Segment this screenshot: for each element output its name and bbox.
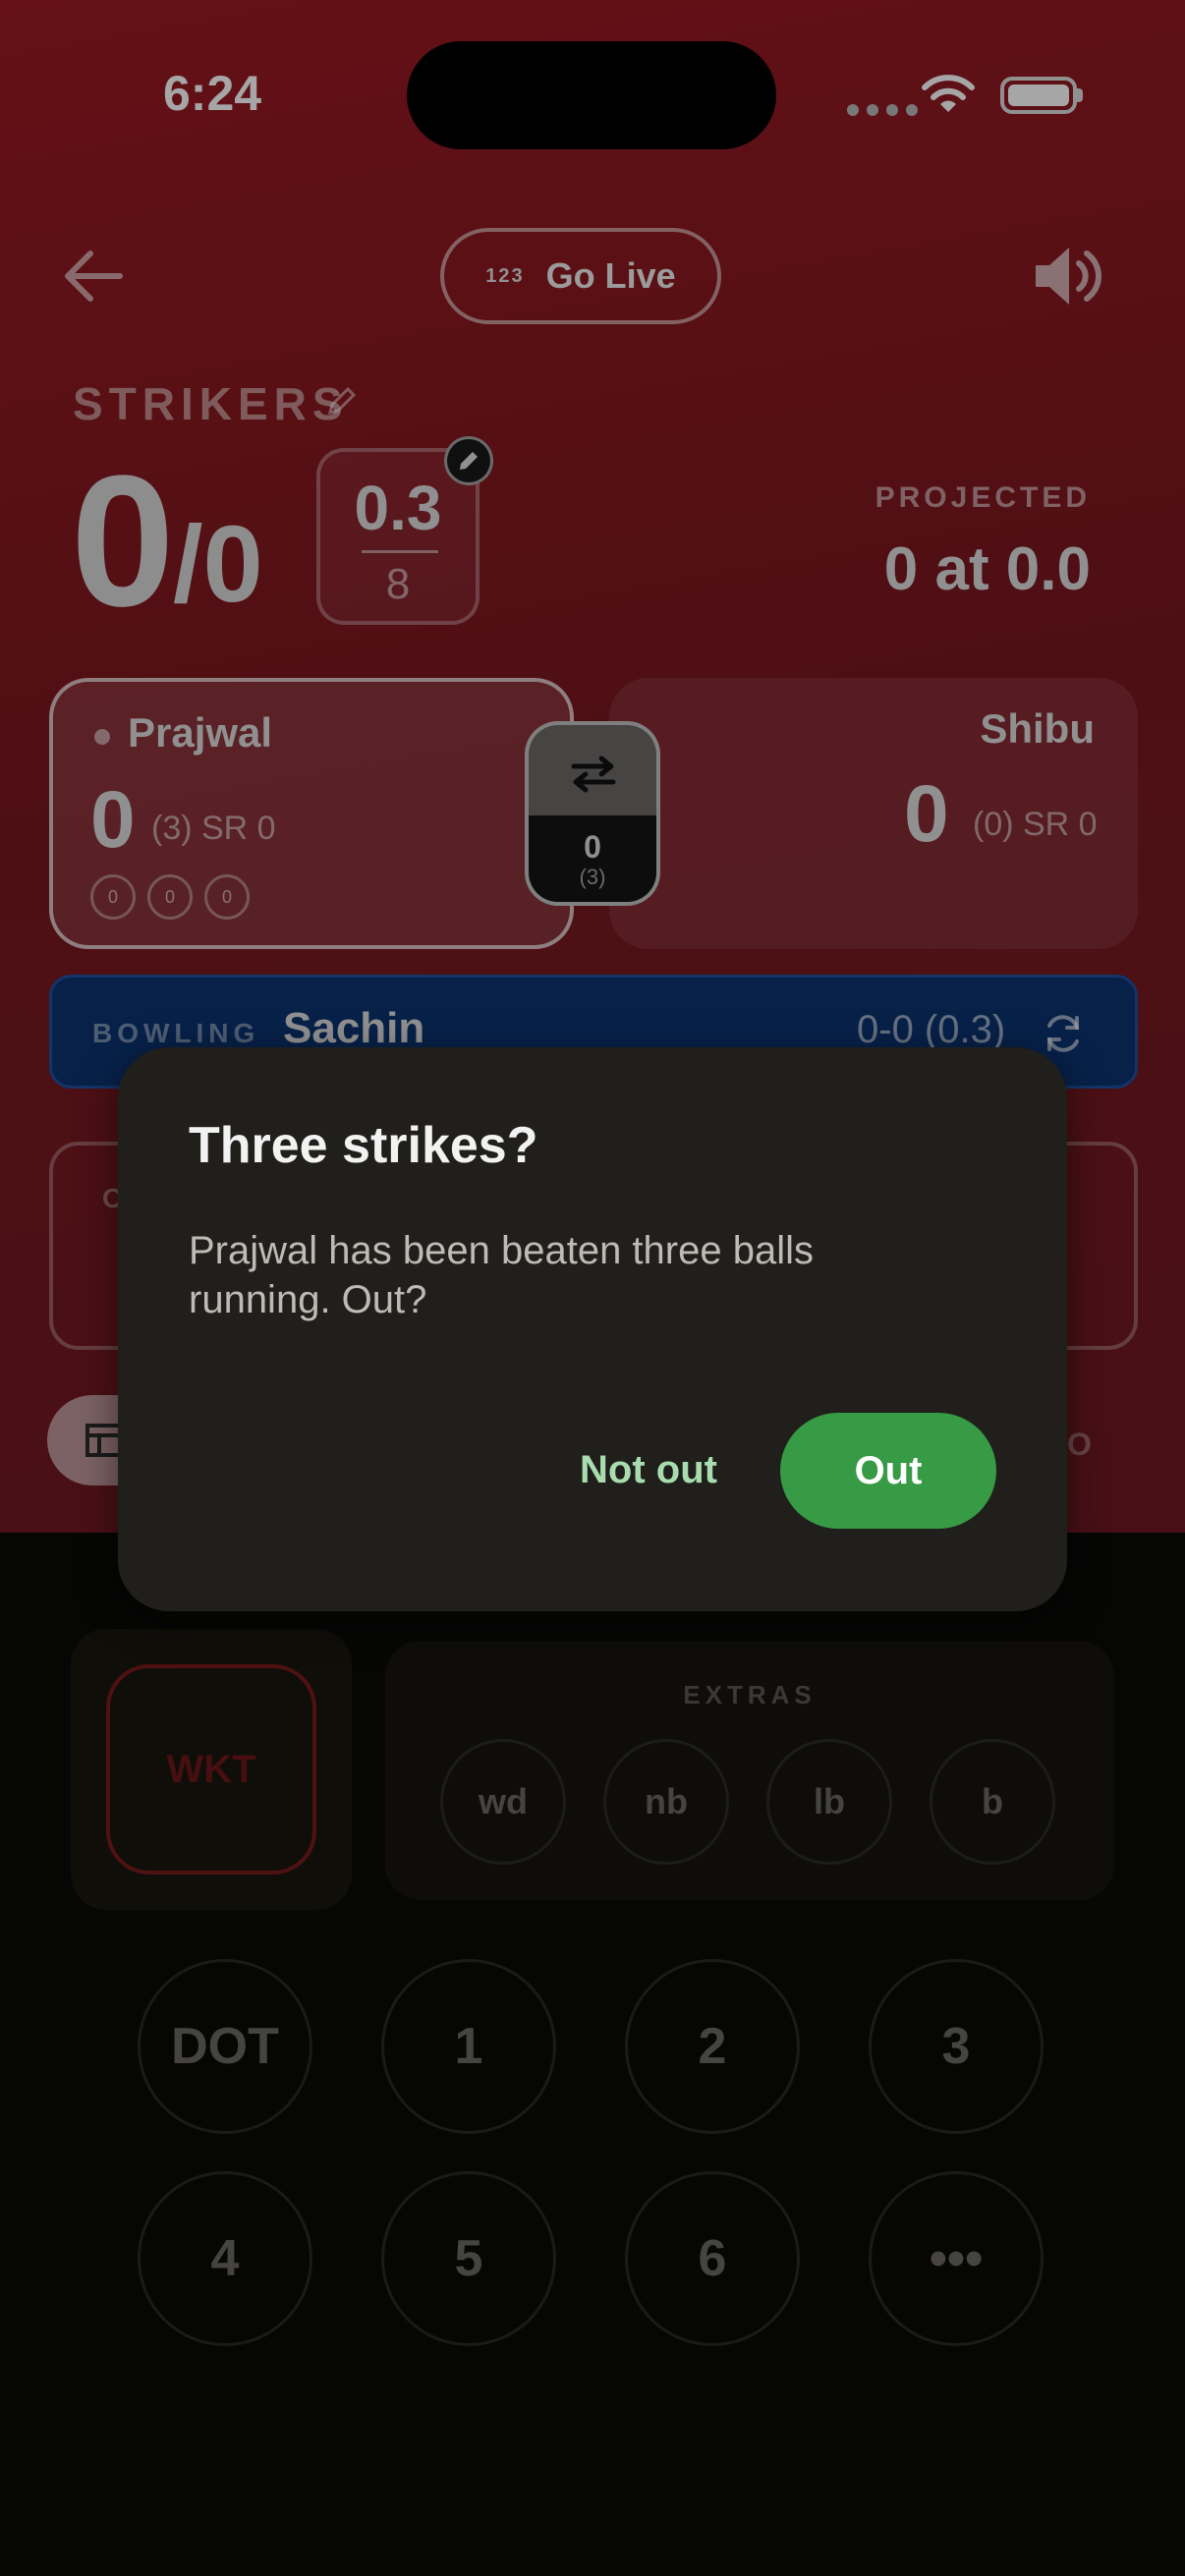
not-out-button[interactable]: Not out bbox=[550, 1411, 747, 1529]
dialog-message: Prajwal has been beaten three balls runn… bbox=[189, 1229, 814, 1321]
dialog-title: Three strikes? bbox=[189, 1117, 538, 1174]
out-button[interactable]: Out bbox=[780, 1413, 996, 1529]
